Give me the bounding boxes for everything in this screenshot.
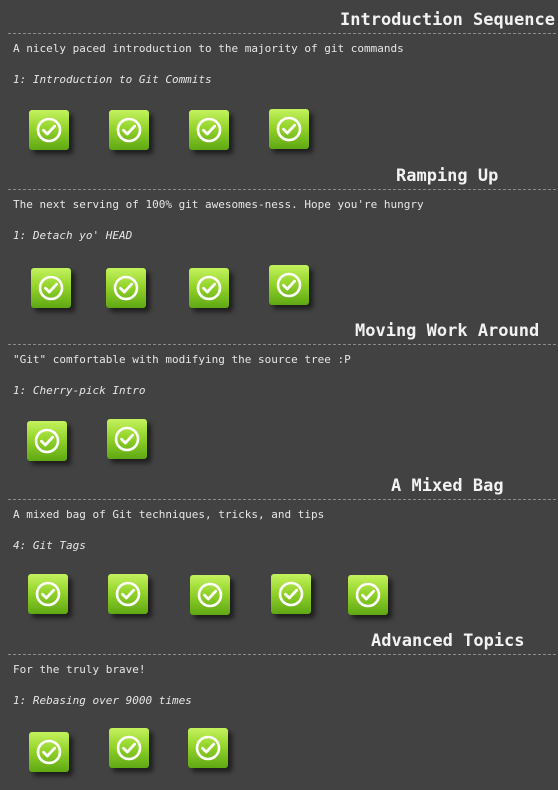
section-divider: [8, 654, 556, 655]
check-circle-icon: [34, 428, 60, 454]
section-title: Ramping Up: [396, 166, 499, 186]
current-level-label: 1: Detach yo' HEAD: [13, 229, 133, 242]
section-description: A mixed bag of Git techniques, tricks, a…: [13, 508, 325, 521]
level-button[interactable]: [31, 268, 71, 308]
level-button[interactable]: [269, 109, 309, 149]
section-title: Advanced Topics: [371, 631, 525, 651]
check-circle-icon: [197, 582, 223, 608]
current-level-label: 1: Cherry-pick Intro: [13, 384, 146, 397]
section-description: The next serving of 100% git awesomes-ne…: [13, 198, 424, 211]
section-title: Moving Work Around: [355, 321, 540, 341]
level-button[interactable]: [107, 419, 147, 459]
check-circle-icon: [116, 735, 142, 761]
section-divider: [8, 499, 556, 500]
section-divider: [8, 33, 556, 34]
current-level-label: 1: Introduction to Git Commits: [13, 73, 212, 86]
current-level-label: 4: Git Tags: [13, 539, 86, 552]
check-circle-icon: [36, 117, 62, 143]
check-circle-icon: [38, 275, 64, 301]
check-circle-icon: [276, 116, 302, 142]
level-button[interactable]: [269, 265, 309, 305]
check-circle-icon: [113, 275, 139, 301]
check-circle-icon: [355, 582, 381, 608]
level-button[interactable]: [188, 728, 228, 768]
level-button[interactable]: [28, 574, 68, 614]
section-divider: [8, 344, 556, 345]
level-button[interactable]: [29, 732, 69, 772]
check-circle-icon: [196, 275, 222, 301]
check-circle-icon: [115, 581, 141, 607]
check-circle-icon: [195, 735, 221, 761]
section-divider: [8, 189, 556, 190]
check-circle-icon: [35, 581, 61, 607]
check-circle-icon: [116, 117, 142, 143]
level-button[interactable]: [348, 575, 388, 615]
section-description: A nicely paced introduction to the major…: [13, 42, 404, 55]
level-button[interactable]: [109, 728, 149, 768]
level-button[interactable]: [271, 574, 311, 614]
section-title: Introduction Sequence: [340, 10, 555, 30]
section-description: For the truly brave!: [13, 663, 146, 676]
level-button[interactable]: [27, 421, 67, 461]
level-button[interactable]: [189, 268, 229, 308]
current-level-label: 1: Rebasing over 9000 times: [13, 694, 192, 707]
check-circle-icon: [276, 272, 302, 298]
check-circle-icon: [36, 739, 62, 765]
check-circle-icon: [114, 426, 140, 452]
check-circle-icon: [278, 581, 304, 607]
level-button[interactable]: [108, 574, 148, 614]
level-button[interactable]: [109, 110, 149, 150]
level-button[interactable]: [106, 268, 146, 308]
level-button[interactable]: [29, 110, 69, 150]
check-circle-icon: [196, 117, 222, 143]
section-title: A Mixed Bag: [391, 476, 504, 496]
level-button[interactable]: [190, 575, 230, 615]
level-button[interactable]: [189, 110, 229, 150]
section-description: "Git" comfortable with modifying the sou…: [13, 353, 351, 366]
